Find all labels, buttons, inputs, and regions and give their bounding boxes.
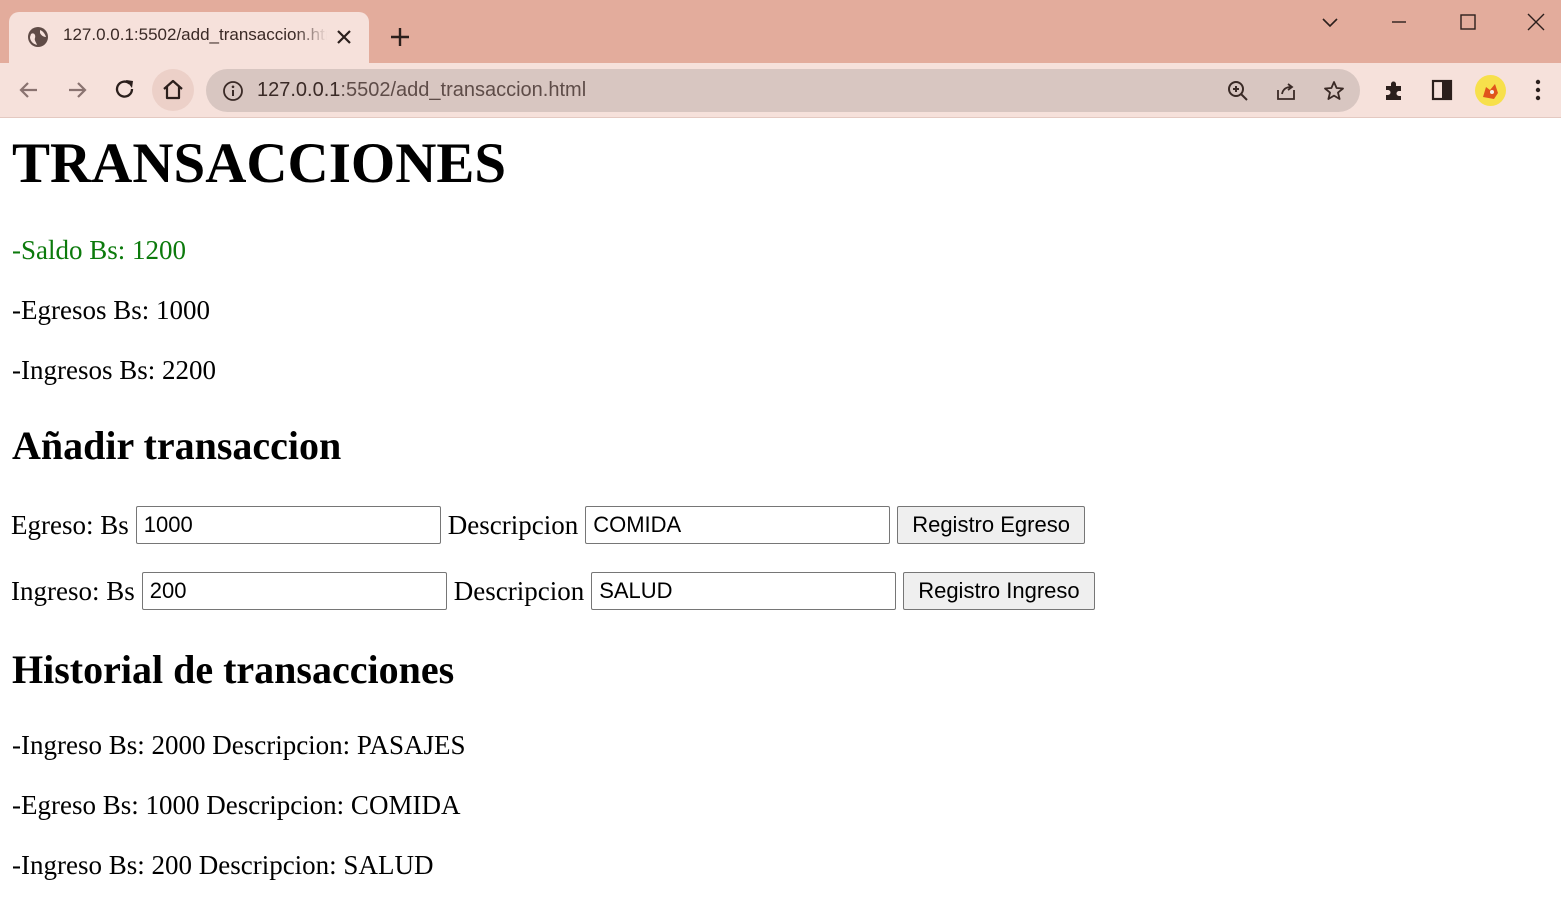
- reload-icon[interactable]: [112, 77, 138, 103]
- new-tab-icon[interactable]: [389, 26, 411, 48]
- egreso-description-input[interactable]: [585, 506, 891, 544]
- ingreso-label: Ingreso: Bs: [11, 575, 135, 606]
- tab-title: 127.0.0.1:5502/add_transaccion.html: [63, 25, 327, 44]
- ingreso-desc-label: Descripcion: [453, 575, 585, 606]
- tab-search-chevron-icon[interactable]: [1317, 10, 1343, 36]
- side-panel-icon[interactable]: [1429, 77, 1455, 103]
- url-path: :5502/add_transaccion.html: [340, 79, 587, 101]
- egreso-label: Egreso: Bs: [11, 509, 129, 540]
- page-content: TRANSACCIONES -Saldo Bs: 1200 -Egresos B…: [0, 118, 1561, 922]
- history-item: -Ingreso Bs: 2000 Descripcion: PASAJES: [12, 730, 466, 760]
- back-arrow-icon[interactable]: [16, 77, 42, 103]
- add-transaction-heading: Añadir transaccion: [12, 423, 342, 468]
- profile-avatar[interactable]: [1475, 75, 1506, 106]
- address-bar[interactable]: 127.0.0.1:5502/add_transaccion.html: [206, 69, 1360, 112]
- history-item: -Egreso Bs: 1000 Descripcion: COMIDA: [12, 790, 461, 820]
- registro-egreso-button[interactable]: Registro Egreso: [897, 506, 1085, 544]
- maximize-icon[interactable]: [1455, 10, 1481, 36]
- saldo-text: -Saldo Bs: 1200: [12, 235, 187, 265]
- bookmark-star-icon[interactable]: [1322, 79, 1346, 103]
- browser-tab[interactable]: 127.0.0.1:5502/add_transaccion.html: [9, 12, 369, 63]
- ingreso-description-input[interactable]: [591, 572, 897, 610]
- minimize-icon[interactable]: [1386, 10, 1412, 36]
- forward-arrow-icon[interactable]: [64, 77, 90, 103]
- zoom-icon[interactable]: [1226, 79, 1250, 103]
- share-icon[interactable]: [1274, 79, 1298, 103]
- registro-ingreso-button[interactable]: Registro Ingreso: [903, 572, 1095, 610]
- history-item: -Ingreso Bs: 200 Descripcion: SALUD: [12, 850, 434, 880]
- close-window-icon[interactable]: [1523, 10, 1549, 36]
- ingresos-text: -Ingresos Bs: 2200: [12, 355, 216, 385]
- extensions-puzzle-icon[interactable]: [1381, 77, 1407, 103]
- ingreso-amount-input[interactable]: [141, 572, 447, 610]
- egreso-amount-input[interactable]: [135, 506, 441, 544]
- fox-avatar-icon: [1483, 84, 1498, 99]
- ingreso-form: Ingreso: Bs Descripcion Registro Ingreso: [11, 571, 1095, 611]
- egresos-text: -Egresos Bs: 1000: [12, 295, 210, 325]
- site-info-icon[interactable]: [222, 80, 244, 102]
- page-title: TRANSACCIONES: [12, 132, 507, 195]
- home-button[interactable]: [152, 69, 194, 111]
- more-menu-icon[interactable]: [1525, 77, 1551, 103]
- history-heading: Historial de transacciones: [12, 647, 455, 692]
- egreso-form: Egreso: Bs Descripcion Registro Egreso: [11, 505, 1085, 545]
- close-tab-icon[interactable]: [334, 27, 354, 47]
- url-host: 127.0.0.1: [257, 79, 341, 101]
- home-icon: [163, 79, 183, 100]
- browser-toolbar: 127.0.0.1:5502/add_transaccion.html: [0, 63, 1561, 118]
- tab-strip: 127.0.0.1:5502/add_transaccion.html: [0, 0, 1561, 63]
- egreso-desc-label: Descripcion: [447, 509, 579, 540]
- url-text[interactable]: 127.0.0.1:5502/add_transaccion.html: [257, 79, 586, 102]
- globe-icon: [28, 27, 48, 47]
